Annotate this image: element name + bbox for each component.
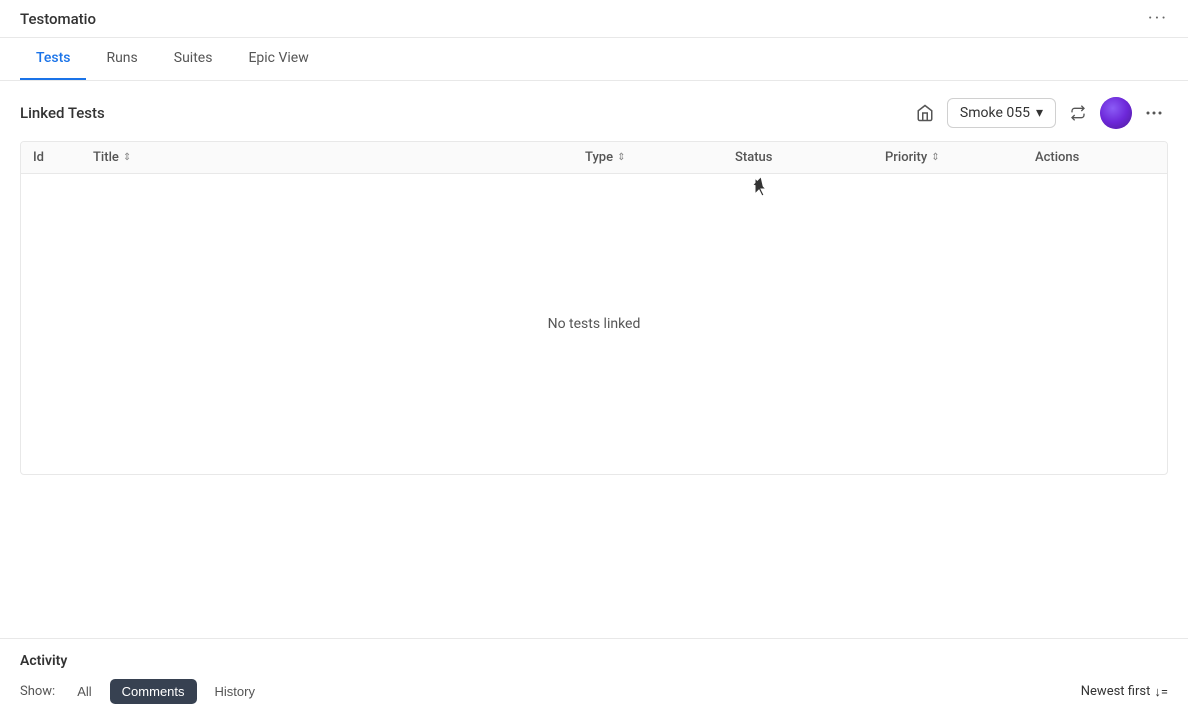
more-options-button[interactable]	[1140, 99, 1168, 127]
tab-epic-view[interactable]: Epic View	[232, 38, 324, 80]
activity-title: Activity	[20, 653, 1168, 669]
filter-group: Show: All Comments History	[20, 679, 267, 704]
app-title: Testomatio	[20, 10, 96, 28]
home-button[interactable]	[911, 99, 939, 127]
tab-tests[interactable]: Tests	[20, 38, 86, 80]
activity-section: Activity Show: All Comments History Newe…	[0, 638, 1188, 720]
content-area: Linked Tests Smoke 055 ▾	[0, 81, 1188, 491]
filter-history-button[interactable]: History	[203, 679, 267, 704]
column-actions: Actions	[1035, 150, 1155, 165]
content-controls: Smoke 055 ▾	[911, 97, 1168, 129]
column-status[interactable]: Status	[735, 150, 885, 165]
table-header: Id Title ⇕ Type ⇕ Status Priority ⇕ Acti…	[21, 142, 1167, 174]
navigation-tabs: Tests Runs Suites Epic View	[0, 38, 1188, 81]
suite-selector-value: Smoke 055	[960, 105, 1030, 121]
tab-suites[interactable]: Suites	[158, 38, 229, 80]
sync-button[interactable]	[1064, 99, 1092, 127]
activity-controls: Show: All Comments History Newest first …	[20, 679, 1168, 704]
tab-runs[interactable]: Runs	[90, 38, 153, 80]
chevron-down-icon: ▾	[1036, 105, 1043, 121]
filter-comments-button[interactable]: Comments	[110, 679, 197, 704]
column-title[interactable]: Title ⇕	[93, 150, 585, 165]
priority-sort-icon: ⇕	[931, 152, 939, 163]
column-type[interactable]: Type ⇕	[585, 150, 735, 165]
filter-buttons: All Comments History	[65, 679, 267, 704]
empty-message: No tests linked	[548, 316, 641, 332]
type-sort-icon: ⇕	[617, 152, 625, 163]
page-title: Linked Tests	[20, 104, 105, 122]
tests-table: Id Title ⇕ Type ⇕ Status Priority ⇕ Acti…	[20, 141, 1168, 475]
header-more-button[interactable]: ···	[1148, 8, 1168, 29]
column-priority[interactable]: Priority ⇕	[885, 150, 1035, 165]
title-sort-icon: ⇕	[123, 152, 131, 163]
sort-label: Newest first	[1081, 684, 1151, 699]
filter-all-button[interactable]: All	[65, 679, 103, 704]
content-header: Linked Tests Smoke 055 ▾	[20, 97, 1168, 129]
suite-selector[interactable]: Smoke 055 ▾	[947, 98, 1056, 128]
show-label: Show:	[20, 684, 55, 699]
sort-control[interactable]: Newest first ↓=	[1081, 684, 1168, 700]
avatar-image	[1100, 97, 1132, 129]
right-controls	[1100, 97, 1168, 129]
column-id[interactable]: Id	[33, 150, 93, 165]
sort-icon: ↓=	[1154, 684, 1168, 700]
avatar[interactable]	[1100, 97, 1132, 129]
app-header: Testomatio ···	[0, 0, 1188, 38]
table-body: No tests linked	[21, 174, 1167, 474]
